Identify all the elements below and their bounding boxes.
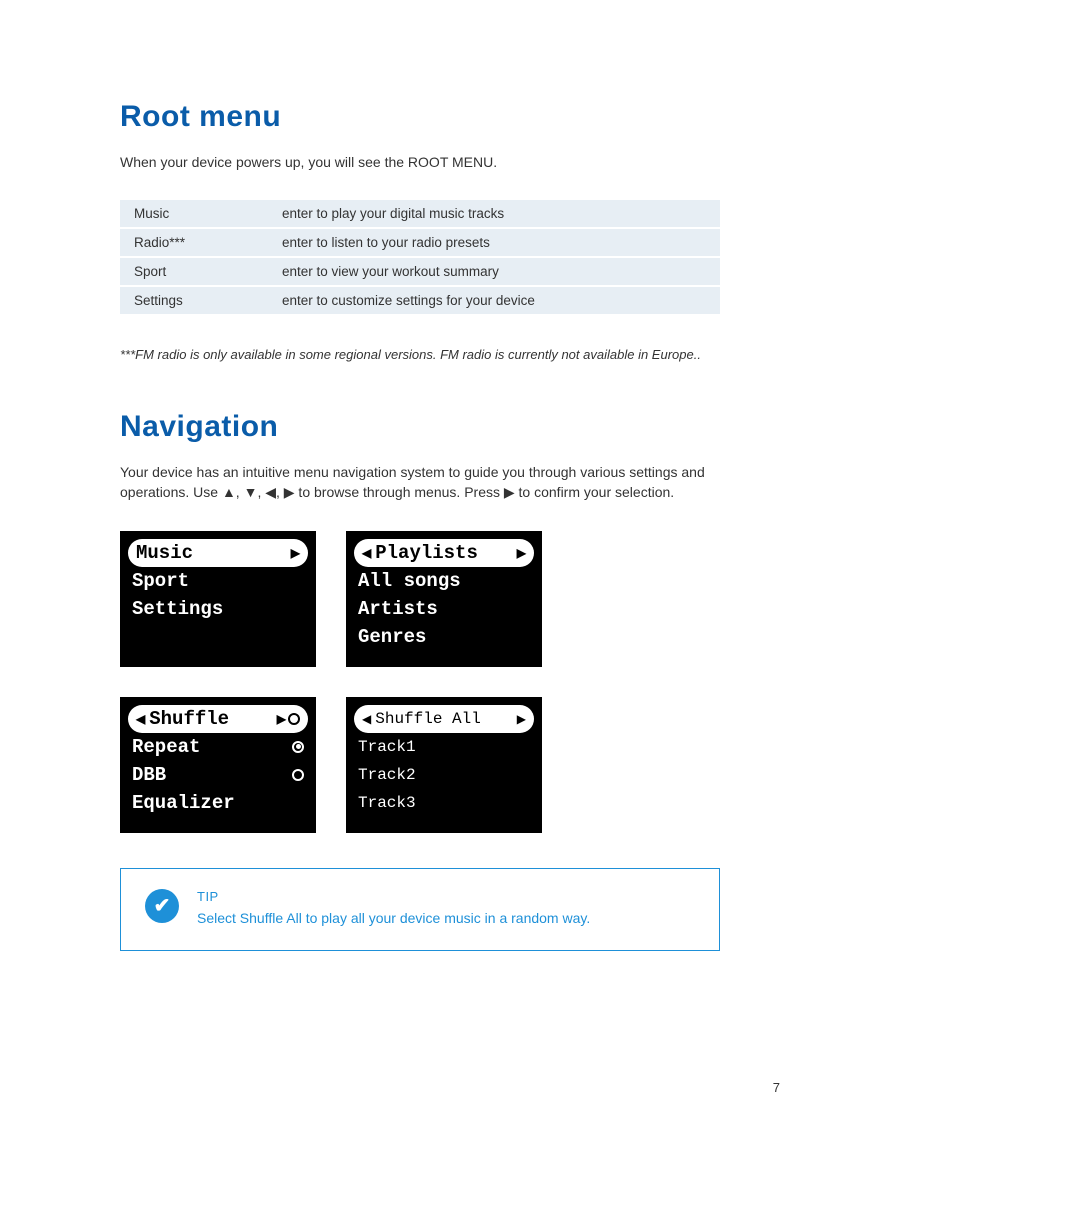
tip-box: ✔ TIP Select Shuffle All to play all you…	[120, 868, 720, 951]
menu-desc: enter to view your workout summary	[268, 257, 720, 286]
screen-item: Settings	[128, 595, 308, 623]
screen-settings: ◀Shuffle▶ Repeat DBB Equalizer	[120, 697, 316, 833]
table-row: Settingsenter to customize settings for …	[120, 286, 720, 315]
check-icon: ✔	[145, 889, 179, 923]
root-menu-heading: Root menu	[120, 100, 960, 134]
chevron-right-icon: ▶	[517, 712, 526, 726]
radio-icon	[292, 769, 304, 781]
table-row: Sportenter to view your workout summary	[120, 257, 720, 286]
root-menu-footnote: ***FM radio is only available in some re…	[120, 346, 760, 365]
screen-item-selected: ◀Playlists▶	[354, 539, 534, 567]
screen-item: Equalizer	[128, 789, 308, 817]
root-menu-intro: When your device powers up, you will see…	[120, 152, 760, 172]
screen-item: Track3	[354, 789, 534, 817]
menu-desc: enter to listen to your radio presets	[268, 228, 720, 257]
menu-name: Settings	[120, 286, 268, 315]
screen-item: Artists	[354, 595, 534, 623]
screen-item: Track1	[354, 733, 534, 761]
arrow-icons: ▲, ▼, ◀, ▶	[222, 484, 295, 500]
screen-item: Track2	[354, 761, 534, 789]
chevron-right-icon: ▶	[517, 546, 526, 560]
table-row: Musicenter to play your digital music tr…	[120, 200, 720, 228]
tip-label: TIP	[197, 889, 590, 904]
chevron-left-icon: ◀	[362, 546, 371, 560]
page-number: 7	[773, 1080, 780, 1095]
tip-text: Select Shuffle All to play all your devi…	[197, 910, 590, 926]
radio-icon	[288, 713, 300, 725]
chevron-right-icon: ▶	[277, 712, 286, 726]
screen-item-selected: ◀Shuffle▶	[128, 705, 308, 733]
screen-item: Repeat	[128, 733, 308, 761]
screen-item-selected: Music▶	[128, 539, 308, 567]
screen-item-selected: ◀Shuffle All▶	[354, 705, 534, 733]
menu-name: Radio***	[120, 228, 268, 257]
chevron-left-icon: ◀	[136, 712, 145, 726]
radio-selected-icon	[292, 741, 304, 753]
screen-item: Genres	[354, 623, 534, 651]
menu-name: Music	[120, 200, 268, 228]
navigation-heading: Navigation	[120, 410, 960, 444]
screen-item: All songs	[354, 567, 534, 595]
screen-item: Sport	[128, 567, 308, 595]
chevron-right-icon: ▶	[291, 546, 300, 560]
menu-desc: enter to play your digital music tracks	[268, 200, 720, 228]
screen-root: Music▶ Sport Settings	[120, 531, 316, 667]
arrow-right-icon: ▶	[504, 484, 515, 500]
table-row: Radio***enter to listen to your radio pr…	[120, 228, 720, 257]
chevron-left-icon: ◀	[362, 712, 371, 726]
screen-item: DBB	[128, 761, 308, 789]
navigation-intro: Your device has an intuitive menu naviga…	[120, 462, 760, 503]
screen-music: ◀Playlists▶ All songs Artists Genres	[346, 531, 542, 667]
root-menu-table: Musicenter to play your digital music tr…	[120, 200, 720, 316]
menu-name: Sport	[120, 257, 268, 286]
screen-tracks: ◀Shuffle All▶ Track1 Track2 Track3	[346, 697, 542, 833]
menu-desc: enter to customize settings for your dev…	[268, 286, 720, 315]
